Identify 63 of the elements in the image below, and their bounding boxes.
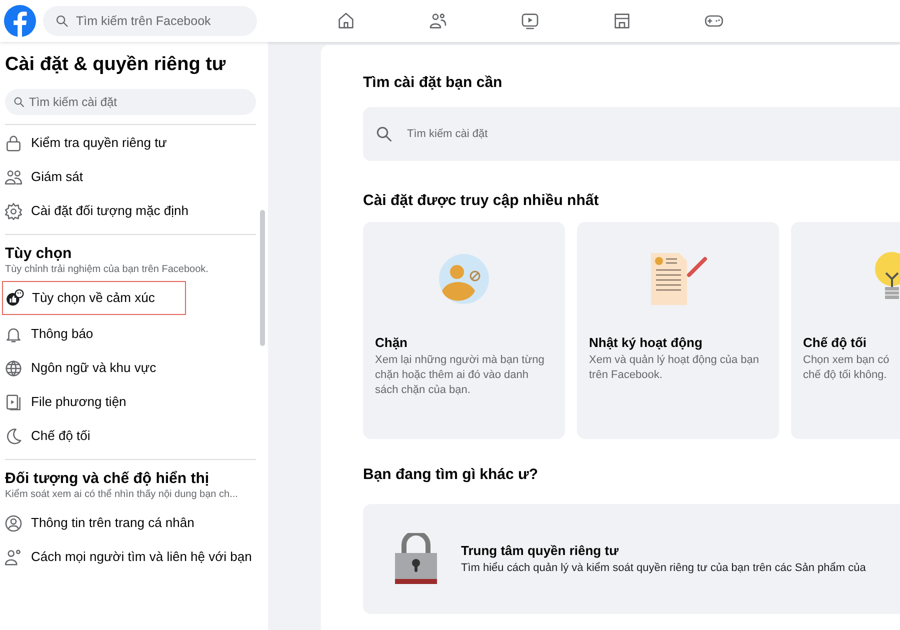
search-icon bbox=[375, 124, 393, 142]
privacy-center-card[interactable]: Trung tâm quyền riêng tư Tìm hiểu cách quản lý và kiểm soát quyền riêng tư của bạn trên các Sản phẩm của bbox=[363, 504, 900, 614]
sidebar-item[interactable]: Giám sát bbox=[2, 160, 256, 194]
settings-icon bbox=[4, 202, 23, 220]
section-heading: Tùy chọn bbox=[5, 245, 73, 263]
sidebar-item-label: Tùy chọn về cảm xúc bbox=[32, 289, 155, 308]
section-description: Tùy chỉnh trải nghiệm của bạn trên Facebook. bbox=[5, 263, 210, 277]
section-description: Kiểm soát xem ai có thể nhìn thấy nội dung bạn ch... bbox=[5, 488, 239, 502]
section-heading: Bạn đang tìm gì khác ư? bbox=[363, 465, 540, 485]
moon-icon bbox=[4, 426, 23, 446]
sidebar-item-label: Thông tin trên trang cá nhân bbox=[31, 514, 194, 532]
media-file-icon bbox=[4, 392, 23, 412]
sidebar-item[interactable]: Ngôn ngữ và khu vực bbox=[2, 351, 256, 385]
sidebar-item-label: Ngôn ngữ và khu vực bbox=[31, 359, 156, 378]
scrollbar[interactable] bbox=[260, 210, 265, 346]
lock-icon bbox=[4, 134, 23, 152]
setting-card[interactable]: Chặn Xem lại những người mà bạn từng chặn hoặc thêm ai đó vào danh sách chặn của bạn. bbox=[363, 222, 565, 439]
globe-icon bbox=[4, 358, 23, 378]
section-heading: Đối tượng và chế độ hiển thị bbox=[5, 470, 210, 488]
search-field[interactable]: Tìm kiếm trên Facebook bbox=[43, 6, 257, 36]
section-heading: Tìm cài đặt bạn cần bbox=[363, 73, 504, 93]
card-title: Trung tâm quyền riêng tư bbox=[461, 542, 620, 560]
sidebar-item-label: Chế độ tối bbox=[31, 427, 90, 446]
card-title: Chặn bbox=[375, 334, 408, 352]
sidebar-item[interactable]: Thông tin trên trang cá nhân bbox=[2, 506, 256, 540]
search-icon bbox=[13, 96, 25, 108]
storefront-icon bbox=[612, 11, 632, 31]
setting-card[interactable]: Chế độ tối Chọn xem bạn có chế độ tối không. bbox=[791, 222, 900, 439]
search-icon bbox=[55, 14, 69, 28]
sidebar-item[interactable]: Kiểm tra quyền riêng tư bbox=[2, 126, 256, 160]
sidebar-item-label: Thông báo bbox=[31, 325, 94, 344]
sidebar-item[interactable]: Cách mọi người tìm và liên hệ với bạn bbox=[2, 540, 256, 574]
card-description: Xem lại những người mà bạn từng chặn hoặc thêm ai đó vào danh sách chặn của bạn. bbox=[375, 352, 546, 398]
sidebar-item[interactable]: Chế độ tối bbox=[2, 419, 256, 453]
sidebar-item[interactable]: Cài đặt đối tượng mặc định bbox=[2, 194, 256, 228]
sidebar-item-label: Kiểm tra quyền riêng tư bbox=[31, 134, 167, 152]
card-description: Chọn xem bạn có chế độ tối không. bbox=[803, 352, 890, 382]
card-description: Xem và quản lý hoạt động của bạn trên Facebook. bbox=[589, 352, 760, 382]
sidebar-item-label: File phương tiện bbox=[31, 393, 126, 412]
sidebar-item[interactable]: Tùy chọn về cảm xúc bbox=[2, 281, 186, 315]
card-title: Nhật ký hoạt động bbox=[589, 334, 704, 352]
settings-search-field[interactable]: Tìm kiếm cài đặt bbox=[5, 89, 256, 115]
video-play-icon bbox=[520, 11, 540, 31]
home-icon bbox=[336, 11, 356, 31]
person-icon bbox=[4, 548, 23, 566]
people-icon bbox=[428, 11, 448, 31]
blocked-person-drawing bbox=[439, 254, 489, 304]
section-heading: Cài đặt được truy cập nhiều nhất bbox=[363, 190, 600, 210]
sidebar-item[interactable]: Thông báo bbox=[2, 317, 256, 351]
sidebar-item-label: Giám sát bbox=[31, 168, 84, 186]
sidebar-item-label: Cài đặt đối tượng mặc định bbox=[31, 202, 188, 220]
thumbs-up-emoji-icon bbox=[5, 288, 24, 308]
sidebar-title: Cài đặt & quyền riêng tư bbox=[5, 53, 227, 77]
profile-icon bbox=[4, 514, 23, 532]
settings-search-field[interactable]: Tìm kiếm cài đặt bbox=[363, 106, 900, 160]
setting-card[interactable]: Nhật ký hoạt động Xem và quản lý hoạt động của bạn trên Facebook. bbox=[577, 222, 779, 439]
sidebar-item[interactable]: File phương tiện bbox=[2, 385, 256, 419]
padlock-drawing bbox=[395, 532, 437, 584]
sidebar-item-label: Cách mọi người tìm và liên hệ với bạn bbox=[31, 548, 252, 566]
card-description: Tìm hiểu cách quản lý và kiểm soát quyền riêng tư của bạn trên các Sản phẩm của bbox=[461, 561, 866, 576]
facebook-logo[interactable] bbox=[4, 5, 36, 37]
card-title: Chế độ tối bbox=[803, 334, 868, 352]
people-icon bbox=[4, 168, 23, 186]
